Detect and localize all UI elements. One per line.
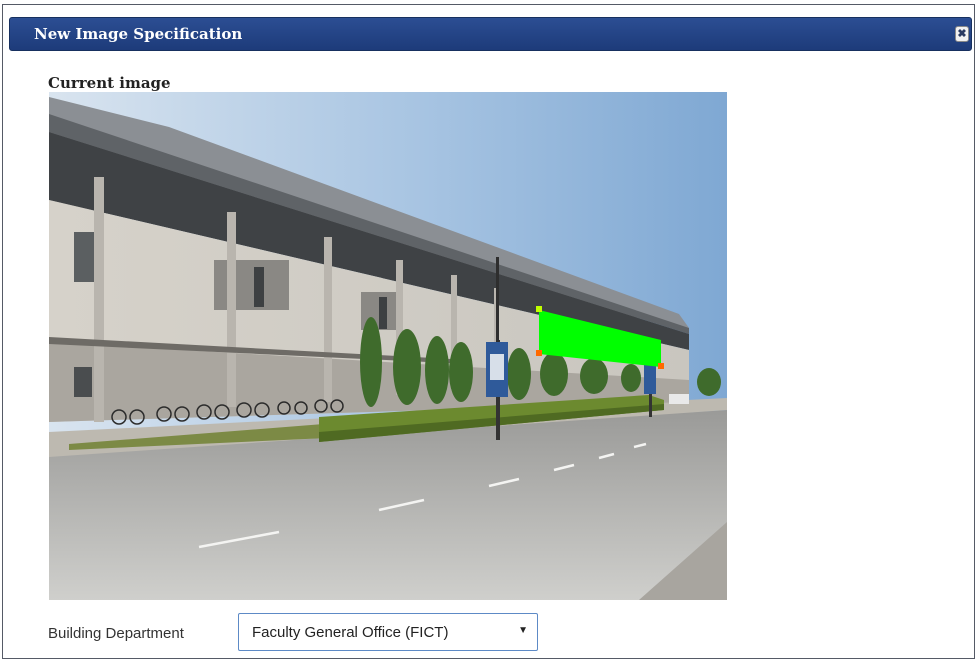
building-department-value: Faculty General Office (FICT) [252,624,449,641]
current-image [49,92,727,600]
building-department-label: Building Department [48,625,184,642]
current-image-label: Current image [48,74,171,92]
building-department-select[interactable]: Faculty General Office (FICT) ▼ [238,613,538,651]
close-button[interactable]: ✖ [955,26,969,42]
image-spec-dialog: New Image Specification ✖ Current image [2,4,975,659]
dropdown-arrow-icon: ▼ [518,625,528,636]
close-icon: ✖ [957,27,967,40]
dialog-title: New Image Specification [34,25,243,43]
dialog-title-bar: New Image Specification ✖ [9,17,972,51]
